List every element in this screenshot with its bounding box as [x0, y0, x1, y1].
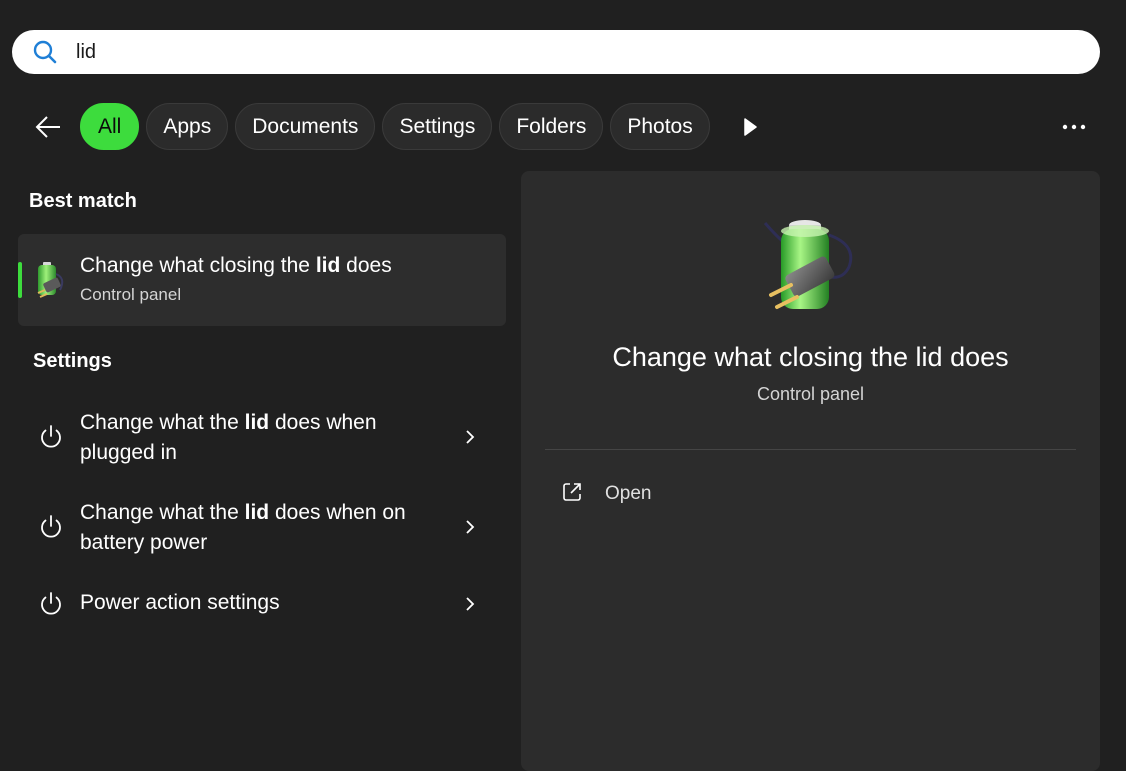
filter-apps[interactable]: Apps — [146, 103, 229, 150]
filter-chips: All Apps Documents Settings Folders Phot… — [80, 103, 710, 150]
settings-heading: Settings — [33, 350, 112, 372]
power-icon — [38, 424, 64, 450]
chevron-right-icon — [462, 596, 478, 612]
open-label: Open — [605, 483, 652, 504]
filter-photos[interactable]: Photos — [610, 103, 710, 150]
open-action[interactable]: Open — [561, 481, 651, 507]
detail-title: Change what closing the lid does — [612, 342, 1009, 372]
best-match-subtitle: Control panel — [80, 285, 182, 304]
search-bar[interactable] — [12, 30, 1100, 74]
filter-documents[interactable]: Documents — [235, 103, 376, 150]
play-arrow-icon[interactable] — [738, 115, 762, 139]
chevron-right-icon — [462, 519, 478, 535]
power-icon — [38, 591, 64, 617]
open-external-icon — [561, 481, 583, 508]
setting-label: Change what the lid does when plugged in — [80, 411, 377, 464]
ellipsis-icon[interactable] — [1058, 113, 1090, 141]
filter-settings[interactable]: Settings — [382, 103, 493, 150]
detail-subtitle: Control panel — [756, 384, 865, 404]
best-match-result[interactable]: Change what closing the lid does Control… — [18, 234, 506, 326]
filter-folders[interactable]: Folders — [499, 103, 604, 150]
setting-label: Change what the lid does when on battery … — [80, 501, 406, 554]
divider — [545, 449, 1076, 450]
search-icon — [32, 38, 60, 66]
best-match-title: Change what closing the lid does — [80, 254, 392, 277]
battery-plug-icon — [761, 215, 859, 315]
setting-result-power-action[interactable]: Power action settings — [18, 586, 506, 622]
power-icon — [38, 514, 64, 540]
setting-label: Power action settings — [80, 591, 280, 614]
detail-pane: Change what closing the lid does Control… — [521, 171, 1100, 771]
search-input[interactable] — [76, 40, 976, 64]
filter-row: All Apps Documents Settings Folders Phot… — [0, 103, 1126, 150]
best-match-heading: Best match — [29, 190, 137, 212]
filter-all[interactable]: All — [80, 103, 140, 150]
selection-indicator — [18, 262, 22, 298]
back-arrow-icon[interactable] — [32, 111, 64, 143]
chevron-right-icon — [462, 429, 478, 445]
setting-result-battery-power[interactable]: Change what the lid does when on battery … — [18, 496, 506, 560]
setting-result-plugged-in[interactable]: Change what the lid does when plugged in — [18, 406, 506, 470]
battery-plug-icon — [34, 260, 68, 300]
